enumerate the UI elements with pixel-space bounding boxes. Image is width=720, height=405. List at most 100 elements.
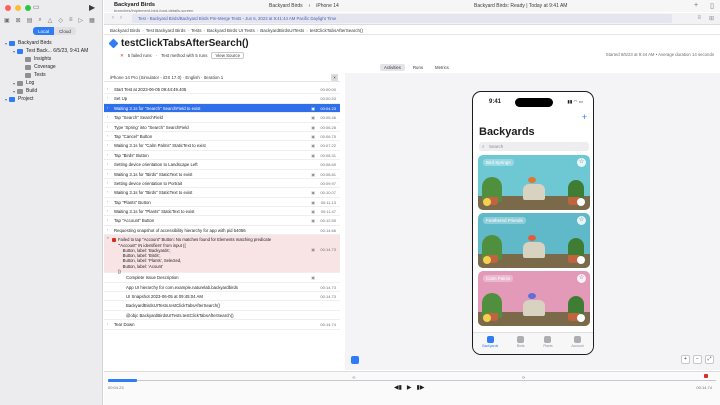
activity-row[interactable]: BackyardBirdsUITests.testClickTabsAfterS… [104,301,340,311]
activity-row[interactable]: › Start Test at 2023-06-05 09:44:49.405 00… [104,85,340,95]
sidebar-item[interactable]: Tests [0,71,103,79]
issue-icon[interactable]: △ [48,17,53,24]
activity-row[interactable]: › Requesting snapshot of accessibility hi… [104,226,340,236]
sidebar-item[interactable]: Insights [0,55,103,63]
scheme-selector[interactable]: Backyard Birds › iPhone 14 [269,3,339,9]
breadcrumb-item[interactable]: BackyardBirdsUITests [260,28,304,33]
chevron-right-icon[interactable]: › [107,132,108,141]
activity-row[interactable]: › Waiting 3.1s for "Calm Palms" StaticTex… [104,141,340,151]
activity-row[interactable]: › Setting device orientation to Landscape… [104,160,340,170]
back-icon[interactable]: ‹ [112,15,114,21]
screenshot-icon[interactable]: ▣ [311,247,315,252]
breadcrumb-item[interactable]: testClickTabsAfterSearch() [310,28,363,33]
chevron-right-icon[interactable]: › [107,226,108,235]
chevron-right-icon[interactable]: › [107,160,108,169]
zoom-fit-icon[interactable]: ⤢ [705,355,714,364]
chevron-right-icon[interactable]: › [107,320,108,329]
chevron-right-icon[interactable]: › [107,85,108,94]
activity-row[interactable]: App UI hierarchy for com.example.naturel… [104,283,340,293]
chevron-right-icon[interactable]: › [107,141,108,150]
breadcrumb-item[interactable]: Backyard Birds UI Tests [207,28,255,33]
chevron-right-icon[interactable]: › [107,104,108,113]
source-control-icon[interactable]: ⊠ [16,17,21,24]
search-icon[interactable]: ⌕ [38,17,41,24]
tab-metrics[interactable]: Metrics [431,64,453,71]
bookmark-icon[interactable]: ▤ [27,17,33,24]
step-back-icon[interactable]: ◀▮ [394,384,402,391]
debug-icon[interactable]: ≡ [69,17,73,24]
screenshot-icon[interactable]: ▣ [311,207,315,216]
activity-row[interactable]: › Tear Down 00:14.74 [104,320,340,330]
zoom-in-icon[interactable]: + [681,355,690,364]
run-button[interactable]: ▶ [89,3,95,12]
screenshot-icon[interactable]: ▣ [311,170,315,179]
tab-activities[interactable]: Activities [380,64,405,71]
forward-icon[interactable]: › [120,15,122,21]
zoom-out-icon[interactable]: − [693,355,702,364]
landscape-marker-icon[interactable]: ⟲ [352,375,355,380]
related-items-icon[interactable]: ≡ [697,15,701,22]
activity-row[interactable]: › Waiting 3.1s for "Birds" StaticText to … [104,188,340,198]
step-forward-icon[interactable]: ▮▶ [417,384,425,391]
sidebar-item[interactable]: ▾ Backyard Birds [0,39,103,47]
test-icon[interactable]: ◇ [58,17,63,24]
screenshot-icon[interactable]: ▣ [311,104,315,113]
sidebar-item[interactable]: ▾ Test Back... 6/5/23, 9:41 AM [0,47,103,55]
activity-row[interactable]: › Setting device orientation to Portrait 0… [104,179,340,189]
view-source-button[interactable]: View Source [211,52,245,59]
timeline-track[interactable] [108,380,716,381]
screenshot-icon[interactable]: ▣ [311,273,315,282]
folder-icon[interactable]: ▣ [4,17,10,24]
screenshot-icon[interactable]: ▣ [311,132,315,141]
chevron-down-icon[interactable]: ▾ [107,236,109,241]
activity-row[interactable]: Complete Issue Description ▣ [104,273,340,283]
sidebar-item[interactable]: ▾ Log [0,79,103,87]
chevron-right-icon[interactable]: › [107,198,108,207]
device-name[interactable]: iPhone 14 [316,3,339,9]
close-icon[interactable]: × [331,74,338,81]
activity-row[interactable]: UI Snapshot 2023-06-05 at 09:45:04 AM 00:… [104,292,340,302]
activity-row[interactable]: › Tap "Search" SearchField ▣ 00:05.46 [104,113,340,123]
activity-row[interactable]: › Waiting 3.1s for "Birds" StaticText to … [104,170,340,179]
screenshot-icon[interactable]: ▣ [311,198,315,207]
failure-row[interactable]: ▾ ▣ 00:14.73 Failed to tap "Account" Button… [104,235,340,274]
sidebar-item[interactable]: Coverage [0,63,103,71]
activity-row[interactable]: › Tap "Account" Button ▣ 00:12.55 [104,216,340,226]
chevron-right-icon[interactable]: › [107,94,108,103]
activity-row[interactable]: › Waiting 3.1s for "Search" SearchField t… [104,103,340,114]
breadcrumb-item[interactable]: Test Backyard Birds [146,28,186,33]
activity-row[interactable]: › Waiting 3.1s for "Plants" StaticText to… [104,207,340,217]
activity-row[interactable]: › Set Up 00:00.53 [104,94,340,104]
report-icon[interactable]: ▦ [89,17,95,24]
screenshot-icon[interactable]: ▣ [311,188,315,197]
screenshot-icon[interactable]: ▣ [311,123,315,132]
activity-row[interactable]: @objc BackyardBirdsUITests.testClickTabs… [104,311,340,321]
breakpoint-icon[interactable]: ▷ [79,17,84,24]
screenshot-icon[interactable]: ▣ [311,113,315,122]
activity-row[interactable]: › Tap "Cancel" Button ▣ 00:06.75 [104,132,340,142]
segment-cloud[interactable]: Cloud [53,27,76,35]
timeline-progress[interactable] [108,379,137,382]
activity-row[interactable]: › Tap "Plants" Button ▣ 00:11.13 [104,198,340,208]
split-editor-icon[interactable]: ⊞ [709,15,714,22]
breadcrumb-item[interactable]: Tests [191,28,202,33]
chevron-right-icon[interactable]: › [107,216,108,225]
editor-tab[interactable]: Test - Backyard Birds/Backyard Birds Pre… [132,14,672,23]
scheme-name[interactable]: Backyard Birds [269,3,303,9]
screenshot-icon[interactable]: ▣ [311,151,315,160]
chevron-right-icon[interactable]: › [107,151,108,160]
failure-marker-icon[interactable] [704,374,708,378]
add-icon[interactable]: + [694,2,698,10]
play-icon[interactable]: ▶ [407,384,412,391]
chevron-right-icon[interactable]: › [107,123,108,132]
device-screenshot[interactable]: 9:41 ▮▮ ◠ ▭ + Backyards ⌕ Search Bird Sp… [472,91,594,355]
activity-row[interactable]: › Type 'Spring' into "Search" SearchField… [104,123,340,132]
inspector-toggle-icon[interactable]: ▯ [710,2,714,10]
breadcrumb-item[interactable]: Backyard Birds [110,28,140,33]
sidebar-item[interactable]: ▾ Project [0,95,103,103]
run-destination[interactable]: iPhone 14 Pro (Simulator - iOS 17.0) · E… [104,73,340,82]
screenshot-icon[interactable]: ▣ [311,216,315,225]
chevron-right-icon[interactable]: › [107,170,108,179]
chevron-right-icon[interactable]: › [107,179,108,188]
chevron-right-icon[interactable]: › [107,207,108,216]
